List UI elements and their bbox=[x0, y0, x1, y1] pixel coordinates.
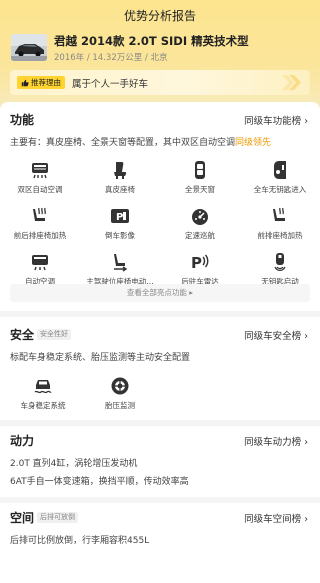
space-title: 空间 bbox=[10, 511, 35, 525]
power-ranking-link[interactable]: 同级车动力榜 › bbox=[244, 434, 308, 448]
space-tag: 后排可放倒 bbox=[37, 512, 78, 523]
feature-item[interactable]: 全车无钥匙进入 bbox=[240, 160, 320, 204]
reverse-camera-icon: P bbox=[111, 209, 129, 223]
space-ranking-link[interactable]: 同级车空间榜 › bbox=[244, 511, 308, 525]
seat-heating-icon bbox=[33, 207, 46, 221]
keyless-entry-icon bbox=[274, 161, 286, 179]
feature-item[interactable]: 前后排座椅加热 bbox=[0, 206, 80, 250]
features-summary-highlight: 同级领先 bbox=[235, 138, 272, 148]
thumbs-up-icon bbox=[21, 79, 29, 86]
safety-tag: 安全性好 bbox=[37, 329, 71, 340]
feature-label: 定速巡航 bbox=[185, 231, 215, 240]
safety-card: 安全 安全性好 同级车安全榜 › 标配车身稳定系统、胎压监测等主动安全配置 车身… bbox=[0, 317, 320, 420]
tire-pressure-icon bbox=[111, 377, 129, 395]
feature-label: 前后排座椅加热 bbox=[13, 231, 67, 240]
svg-text:P: P bbox=[191, 254, 202, 272]
power-title: 动力 bbox=[10, 434, 35, 448]
view-all-features-button[interactable]: 查看全部亮点功能 ▸ bbox=[10, 284, 310, 302]
rear-parking-radar-icon: P bbox=[191, 254, 209, 272]
feature-item[interactable]: 双区自动空调 bbox=[0, 160, 80, 204]
safety-ranking-link[interactable]: 同级车安全榜 › bbox=[244, 328, 308, 342]
feature-label: 全车无钥匙进入 bbox=[253, 185, 307, 194]
car-meta: 2016年 / 14.32万公里 / 北京 bbox=[54, 53, 168, 63]
safety-summary: 标配车身稳定系统、胎压监测等主动安全配置 bbox=[10, 353, 191, 363]
svg-text:P: P bbox=[116, 212, 123, 223]
features-card: 功能 同级车功能榜 › 主要有：真皮座椅、全景天窗等配置，其中双区自动空调同级领… bbox=[0, 102, 320, 311]
space-summary-text: 后排可比例放倒，行李厢容积455L bbox=[10, 536, 150, 546]
stability-control-icon bbox=[34, 380, 52, 394]
report-header: 优势分析报告 君越 2014款 2.0T SIDI 精英技术型 2016年 / … bbox=[0, 0, 320, 118]
car-thumbnail[interactable] bbox=[11, 34, 47, 61]
safety-label: 车身稳定系统 bbox=[20, 401, 66, 410]
cruise-control-icon bbox=[192, 209, 208, 225]
car-name: 君越 2014款 2.0T SIDI 精英技术型 bbox=[54, 34, 249, 48]
auto-ac-icon bbox=[32, 255, 48, 271]
chevron-decoration-icon bbox=[282, 75, 301, 90]
power-seat-icon bbox=[114, 254, 128, 272]
safety-title: 安全 bbox=[10, 328, 35, 342]
safety-label: 胎压监测 bbox=[105, 401, 135, 410]
power-engine-text: 2.0T 直列4缸，涡轮增压发动机 bbox=[10, 459, 138, 469]
features-summary-text: 主要有：真皮座椅、全景天窗等配置，其中双区自动空调 bbox=[10, 138, 236, 148]
feature-item[interactable]: 定速巡航 bbox=[160, 206, 240, 250]
front-seat-heating-icon bbox=[273, 207, 285, 221]
keyless-start-icon bbox=[274, 253, 286, 271]
features-title: 功能 bbox=[10, 113, 35, 127]
feature-item[interactable]: P 倒车影像 bbox=[80, 206, 160, 250]
recommendation-bar: 推荐理由 属于个人一手好车 bbox=[10, 70, 310, 95]
safety-item[interactable]: 车身稳定系统 bbox=[3, 376, 83, 420]
feature-label: 真皮座椅 bbox=[105, 185, 135, 194]
feature-item[interactable]: 全景天窗 bbox=[160, 160, 240, 204]
feature-label: 双区自动空调 bbox=[17, 185, 63, 194]
feature-label: 前排座椅加热 bbox=[257, 231, 303, 240]
feature-label: 倒车影像 bbox=[105, 231, 135, 240]
leather-seat-icon bbox=[114, 162, 127, 179]
dual-zone-ac-icon bbox=[32, 163, 48, 179]
recommendation-text: 属于个人一手好车 bbox=[72, 79, 149, 90]
features-ranking-link[interactable]: 同级车功能榜 › bbox=[244, 113, 308, 127]
feature-item[interactable]: 真皮座椅 bbox=[80, 160, 160, 204]
power-transmission-text: 6AT手自一体变速箱，换挡平顺，传动效率高 bbox=[10, 477, 189, 487]
feature-label: 全景天窗 bbox=[185, 185, 215, 194]
feature-item[interactable]: 前排座椅加热 bbox=[240, 206, 320, 250]
space-card: 空间 后排可放倒 同级车空间榜 › 后排可比例放倒，行李厢容积455L bbox=[0, 503, 320, 583]
recommendation-badge-label: 推荐理由 bbox=[31, 78, 61, 87]
page-title: 优势分析报告 bbox=[123, 9, 196, 23]
recommendation-badge: 推荐理由 bbox=[17, 76, 65, 89]
safety-item[interactable]: 胎压监测 bbox=[80, 376, 160, 420]
panoramic-sunroof-icon bbox=[195, 161, 205, 179]
features-summary: 主要有：真皮座椅、全景天窗等配置，其中双区自动空调同级领先 bbox=[10, 135, 271, 148]
power-card: 动力 同级车动力榜 › 2.0T 直列4缸，涡轮增压发动机 6AT手自一体变速箱… bbox=[0, 426, 320, 497]
